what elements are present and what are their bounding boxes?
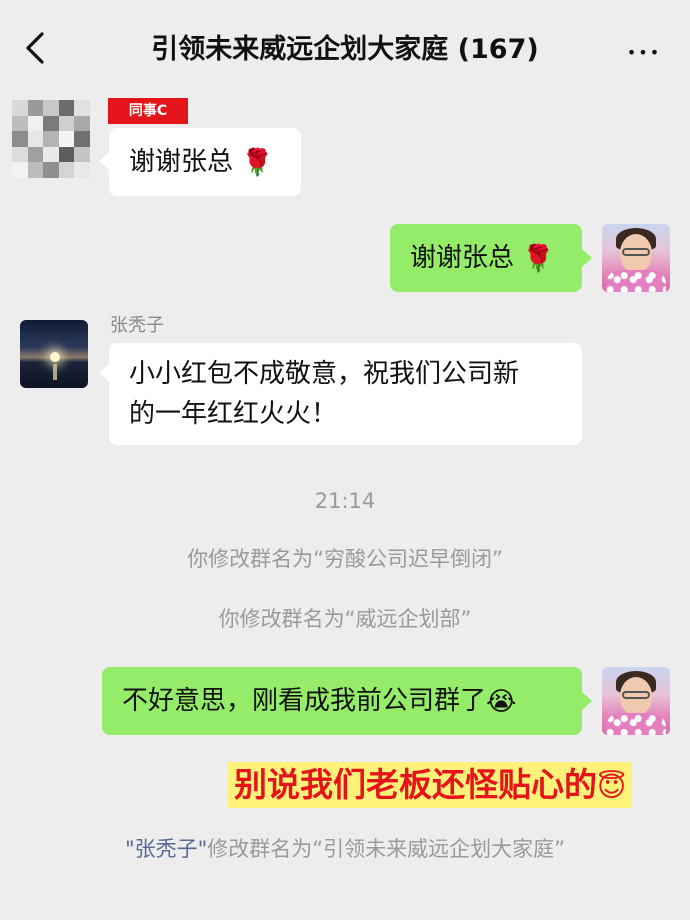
avatar-boss[interactable] bbox=[20, 320, 88, 388]
bubble-tail bbox=[99, 152, 109, 170]
bubble-tail bbox=[582, 249, 592, 267]
rose-emoji-icon: 🌹 bbox=[522, 243, 555, 274]
message-bubble-colleague-c[interactable]: 谢谢张总 🌹 bbox=[109, 128, 301, 196]
message-text-line-2: 的一年红红火火！ bbox=[129, 399, 338, 429]
message-bubble-boss[interactable]: 小小红包不成敬意，祝我们公司新 的一年红红火火！ bbox=[109, 343, 582, 445]
chat-title: 引领未来威远企划大家庭 (167) bbox=[151, 34, 539, 65]
crying-emoji-icon: 😭 bbox=[486, 686, 517, 717]
avatar-colleague-c[interactable] bbox=[12, 100, 90, 178]
message-text: 谢谢张总 bbox=[410, 243, 515, 273]
timestamp: 21:14 bbox=[314, 489, 376, 513]
chevron-left-icon bbox=[26, 32, 44, 64]
message-text-line-1: 小小红包不成敬意，祝我们公司新 bbox=[129, 359, 520, 389]
sender-name-boss: 张秃子 bbox=[110, 315, 164, 336]
system-notice-rename-2: 你修改群名为“威远企划部” bbox=[218, 607, 472, 631]
chat-header: 引领未来威远企划大家庭 (167) ••• bbox=[0, 0, 690, 92]
notice-text: 修改群名为“引领未来威远企划大家庭” bbox=[207, 837, 566, 861]
avatar-me[interactable] bbox=[602, 224, 670, 292]
halo-smile-emoji-icon: 😇 bbox=[597, 769, 627, 803]
bubble-tail bbox=[582, 692, 592, 710]
caption-text: 别说我们老板还怪贴心的 bbox=[234, 765, 597, 804]
more-dots-icon: ••• bbox=[626, 43, 662, 62]
avatar-reflection bbox=[53, 364, 57, 380]
message-bubble-me[interactable]: 谢谢张总 🌹 bbox=[390, 224, 582, 292]
message-text: 谢谢张总 bbox=[129, 147, 234, 177]
avatar-glasses bbox=[622, 691, 650, 699]
back-button[interactable] bbox=[22, 30, 52, 66]
rose-emoji-icon: 🌹 bbox=[241, 147, 274, 178]
message-text: 不好意思，刚看成我前公司群了 bbox=[122, 686, 487, 716]
bubble-tail bbox=[99, 364, 109, 382]
member-name-link[interactable]: "张秃子" bbox=[125, 837, 207, 861]
avatar-me[interactable] bbox=[602, 667, 670, 735]
more-button[interactable]: ••• bbox=[624, 34, 664, 64]
avatar-body bbox=[606, 713, 666, 735]
avatar-body bbox=[606, 270, 666, 292]
system-notice-rename-3: "张秃子"修改群名为“引领未来威远企划大家庭” bbox=[0, 834, 690, 864]
message-bubble-reply[interactable]: 不好意思，刚看成我前公司群了😭 bbox=[102, 667, 582, 735]
avatar-glasses bbox=[622, 248, 650, 256]
overlay-caption: 别说我们老板还怪贴心的😇 bbox=[228, 762, 633, 808]
system-notice-rename-1: 你修改群名为“穷酸公司迟早倒闭” bbox=[187, 547, 503, 571]
avatar-sun bbox=[50, 352, 60, 362]
sender-tag-colleague-c: 同事C bbox=[108, 98, 188, 124]
